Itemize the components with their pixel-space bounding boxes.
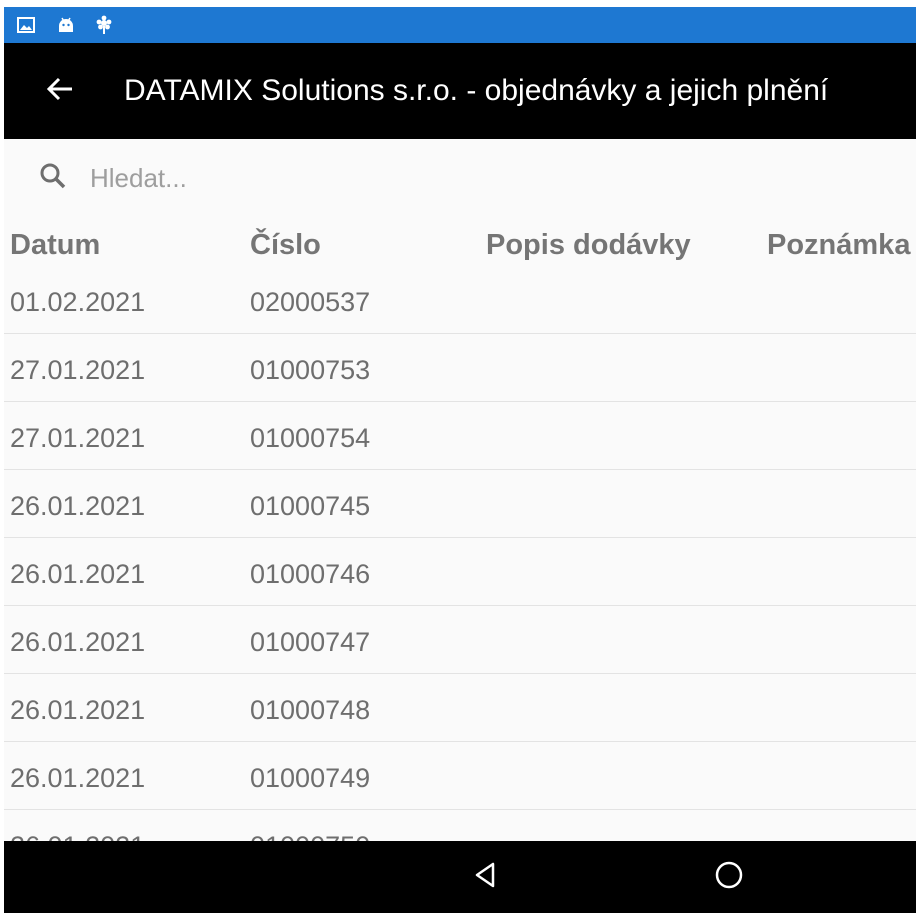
table-row[interactable]: 26.01.2021 01000750 <box>4 810 916 841</box>
arrow-left-icon <box>45 74 75 109</box>
date-cell: 26.01.2021 <box>10 763 146 793</box>
column-header-date[interactable]: Datum <box>10 229 100 262</box>
app-toolbar: DATAMIX Solutions s.r.o. - objednávky a … <box>4 43 916 139</box>
number-cell: 01000748 <box>250 695 371 725</box>
table-row[interactable]: 26.01.2021 01000747 <box>4 606 916 674</box>
number-cell: 01000747 <box>250 627 371 657</box>
date-cell: 27.01.2021 <box>10 355 146 385</box>
date-cell: 26.01.2021 <box>10 695 146 725</box>
search-bar <box>4 139 916 219</box>
number-cell: 02000537 <box>250 287 371 317</box>
table-header: Datum Číslo Popis dodávky Poznámka <box>4 223 916 273</box>
android-icon <box>56 15 76 35</box>
number-cell: 01000753 <box>250 355 371 385</box>
table-row[interactable]: 26.01.2021 01000745 <box>4 470 916 538</box>
date-cell: 26.01.2021 <box>10 491 146 521</box>
table-body: 01.02.2021 02000537 27.01.2021 01000753 … <box>4 273 916 841</box>
number-cell: 01000754 <box>250 423 371 453</box>
date-cell: 26.01.2021 <box>10 559 146 589</box>
column-header-number[interactable]: Číslo <box>250 229 321 262</box>
number-cell: 01000749 <box>250 763 371 793</box>
date-cell: 26.01.2021 <box>10 627 146 657</box>
nav-back-button[interactable] <box>462 853 510 901</box>
table-row[interactable]: 01.02.2021 02000537 <box>4 273 916 334</box>
date-cell: 01.02.2021 <box>10 287 146 317</box>
table-row[interactable]: 27.01.2021 01000753 <box>4 334 916 402</box>
column-header-description[interactable]: Popis dodávky <box>486 229 691 262</box>
image-icon <box>16 15 36 35</box>
flower-icon <box>94 15 114 35</box>
date-cell: 26.01.2021 <box>10 831 145 841</box>
table-row[interactable]: 26.01.2021 01000748 <box>4 674 916 742</box>
number-cell: 01000746 <box>250 559 371 589</box>
back-button[interactable] <box>34 65 86 117</box>
app-screen: DATAMIX Solutions s.r.o. - objednávky a … <box>4 7 916 913</box>
search-input[interactable] <box>88 157 692 199</box>
nav-home-button[interactable] <box>705 853 753 901</box>
search-icon <box>38 161 68 191</box>
date-cell: 27.01.2021 <box>10 423 146 453</box>
column-header-note[interactable]: Poznámka <box>767 229 910 262</box>
number-cell: 01000745 <box>250 491 371 521</box>
table-row[interactable]: 26.01.2021 01000749 <box>4 742 916 810</box>
system-nav-bar <box>4 841 916 913</box>
home-circle-icon <box>714 860 744 895</box>
table-row[interactable]: 27.01.2021 01000754 <box>4 402 916 470</box>
page-title: DATAMIX Solutions s.r.o. - objednávky a … <box>124 74 829 107</box>
number-cell: 01000750 <box>250 831 370 841</box>
status-bar <box>4 7 916 43</box>
back-triangle-icon <box>471 860 501 895</box>
table-row[interactable]: 26.01.2021 01000746 <box>4 538 916 606</box>
